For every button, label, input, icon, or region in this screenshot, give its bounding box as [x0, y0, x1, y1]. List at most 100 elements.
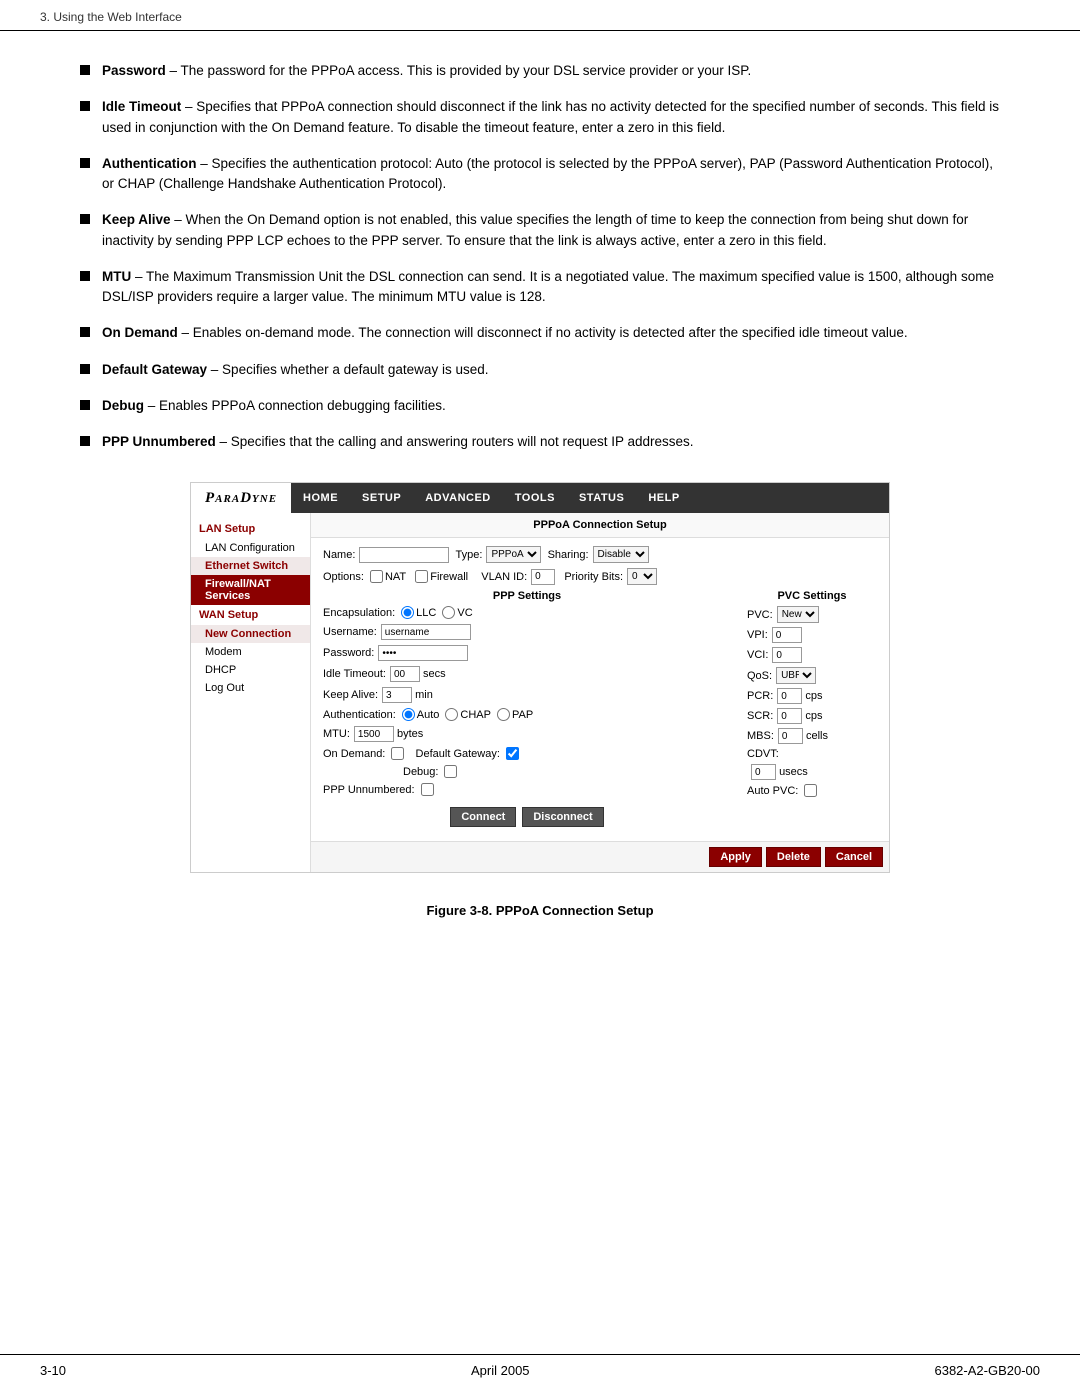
disconnect-button[interactable]: Disconnect [522, 807, 603, 827]
sidebar-item-logout[interactable]: Log Out [191, 679, 310, 697]
pvc-row-pvc: PVC: New [747, 606, 877, 623]
name-label: Name: [323, 549, 355, 561]
auth-chap-radio[interactable] [445, 708, 458, 721]
defaultgw-checkbox[interactable] [506, 747, 519, 760]
username-label: Username: [323, 626, 377, 638]
ui-screenshot: PARADYNE HOME SETUP ADVANCED TOOLS STATU… [190, 482, 890, 873]
vpi-input[interactable] [772, 627, 802, 643]
sidebar-item-modem[interactable]: Modem [191, 643, 310, 661]
firewall-checkbox[interactable] [415, 570, 428, 583]
form-row-pppun: PPP Unnumbered: [323, 783, 731, 796]
pcr-label: PCR: [747, 690, 773, 702]
bullet-item: Password – The password for the PPPoA ac… [80, 61, 1000, 81]
sharing-select[interactable]: Disable [593, 546, 649, 563]
keepalive-input[interactable] [382, 687, 412, 703]
bullet-item: On Demand – Enables on-demand mode. The … [80, 323, 1000, 343]
type-select[interactable]: PPPoA [486, 546, 541, 563]
bullet-text: PPP Unnumbered – Specifies that the call… [102, 432, 694, 452]
enc-vc-radio[interactable] [442, 606, 455, 619]
bullet-item: MTU – The Maximum Transmission Unit the … [80, 267, 1000, 308]
nav-help[interactable]: HELP [636, 485, 691, 511]
idle-unit: secs [423, 668, 446, 680]
form-row-password: Password: [323, 645, 731, 661]
keepalive-label: Keep Alive: [323, 689, 378, 701]
form-row-ondemand: On Demand: Default Gateway: [323, 747, 731, 760]
pcr-unit: cps [805, 690, 822, 702]
vci-input[interactable] [772, 647, 802, 663]
sidebar-item-firewall-nat[interactable]: Firewall/NAT Services [191, 575, 310, 605]
nat-checkbox[interactable] [370, 570, 383, 583]
form-area: Name: Type: PPPoA Sharing: Disable [311, 538, 889, 841]
cancel-button[interactable]: Cancel [825, 847, 883, 867]
sidebar-item-ethernet-switch[interactable]: Ethernet Switch [191, 557, 310, 575]
nav-advanced[interactable]: ADVANCED [413, 485, 503, 511]
password-input[interactable] [378, 645, 468, 661]
nav-home[interactable]: HOME [291, 485, 350, 511]
ppp-settings-title: PPP Settings [323, 590, 731, 602]
bullet-item: PPP Unnumbered – Specifies that the call… [80, 432, 1000, 452]
bullet-item: Idle Timeout – Specifies that PPPoA conn… [80, 97, 1000, 138]
form-row-idle: Idle Timeout: secs [323, 666, 731, 682]
auth-pap-radio[interactable] [497, 708, 510, 721]
pvc-row-qos: QoS: UBR [747, 667, 877, 684]
pvc-row-cdvt: CDVT: [747, 748, 877, 760]
pvc-row-autopvc: Auto PVC: [747, 784, 877, 797]
defaultgw-label: Default Gateway: [416, 748, 500, 760]
debug-checkbox[interactable] [444, 765, 457, 778]
pppun-checkbox[interactable] [421, 783, 434, 796]
form-row-name: Name: Type: PPPoA Sharing: Disable [323, 546, 877, 563]
connect-button[interactable]: Connect [450, 807, 516, 827]
pvc-row-mbs: MBS: cells [747, 728, 877, 744]
apply-button[interactable]: Apply [709, 847, 762, 867]
priority-select[interactable]: 0 [627, 568, 657, 585]
nav-setup[interactable]: SETUP [350, 485, 413, 511]
sidebar: LAN Setup LAN Configuration Ethernet Swi… [191, 513, 311, 872]
page-footer: 3-10 April 2005 6382-A2-GB20-00 [0, 1354, 1080, 1378]
pvc-row-scr: SCR: cps [747, 708, 877, 724]
pvc-row-vpi: VPI: [747, 627, 877, 643]
vlan-input[interactable] [531, 569, 555, 585]
scr-input[interactable] [777, 708, 802, 724]
idle-label: Idle Timeout: [323, 668, 386, 680]
name-input[interactable] [359, 547, 449, 563]
idle-input[interactable] [390, 666, 420, 682]
auth-auto-radio[interactable] [402, 708, 415, 721]
page-number: 3-10 [40, 1363, 66, 1378]
form-row-debug: Debug: [323, 765, 731, 778]
sidebar-item-new-connection[interactable]: New Connection [191, 625, 310, 643]
bullet-icon [80, 436, 90, 446]
pvc-settings-title: PVC Settings [747, 590, 877, 602]
autopvc-checkbox[interactable] [804, 784, 817, 797]
scr-unit: cps [805, 710, 822, 722]
mtu-label: MTU: [323, 728, 350, 740]
username-input[interactable] [381, 624, 471, 640]
pvc-select[interactable]: New [777, 606, 819, 623]
mbs-unit: cells [806, 730, 828, 742]
nav-tools[interactable]: TOOLS [503, 485, 567, 511]
bullet-item: Default Gateway – Specifies whether a de… [80, 360, 1000, 380]
mbs-input[interactable] [778, 728, 803, 744]
delete-button[interactable]: Delete [766, 847, 821, 867]
sharing-label: Sharing: [548, 549, 589, 561]
enc-llc-label: LLC [416, 607, 436, 619]
encap-label: Encapsulation: [323, 607, 395, 619]
auth-label: Authentication: [323, 709, 396, 721]
pcr-input[interactable] [777, 688, 802, 704]
scr-label: SCR: [747, 710, 773, 722]
cdvt-input[interactable] [751, 764, 776, 780]
bullet-text: Debug – Enables PPPoA connection debuggi… [102, 396, 446, 416]
bullet-icon [80, 214, 90, 224]
bottom-btn-row: Apply Delete Cancel [311, 841, 889, 872]
firewall-label: Firewall [430, 571, 468, 583]
enc-llc-radio[interactable] [401, 606, 414, 619]
qos-select[interactable]: UBR [776, 667, 816, 684]
mtu-input[interactable] [354, 726, 394, 742]
nav-status[interactable]: STATUS [567, 485, 636, 511]
pvc-label: PVC: [747, 609, 773, 621]
auth-pap-label: PAP [512, 709, 533, 721]
main-content: PPPoA Connection Setup Name: Type: PPPoA… [311, 513, 889, 872]
ondemand-checkbox[interactable] [391, 747, 404, 760]
sidebar-item-dhcp[interactable]: DHCP [191, 661, 310, 679]
sidebar-item-lan-config[interactable]: LAN Configuration [191, 539, 310, 557]
mtu-unit: bytes [397, 728, 423, 740]
